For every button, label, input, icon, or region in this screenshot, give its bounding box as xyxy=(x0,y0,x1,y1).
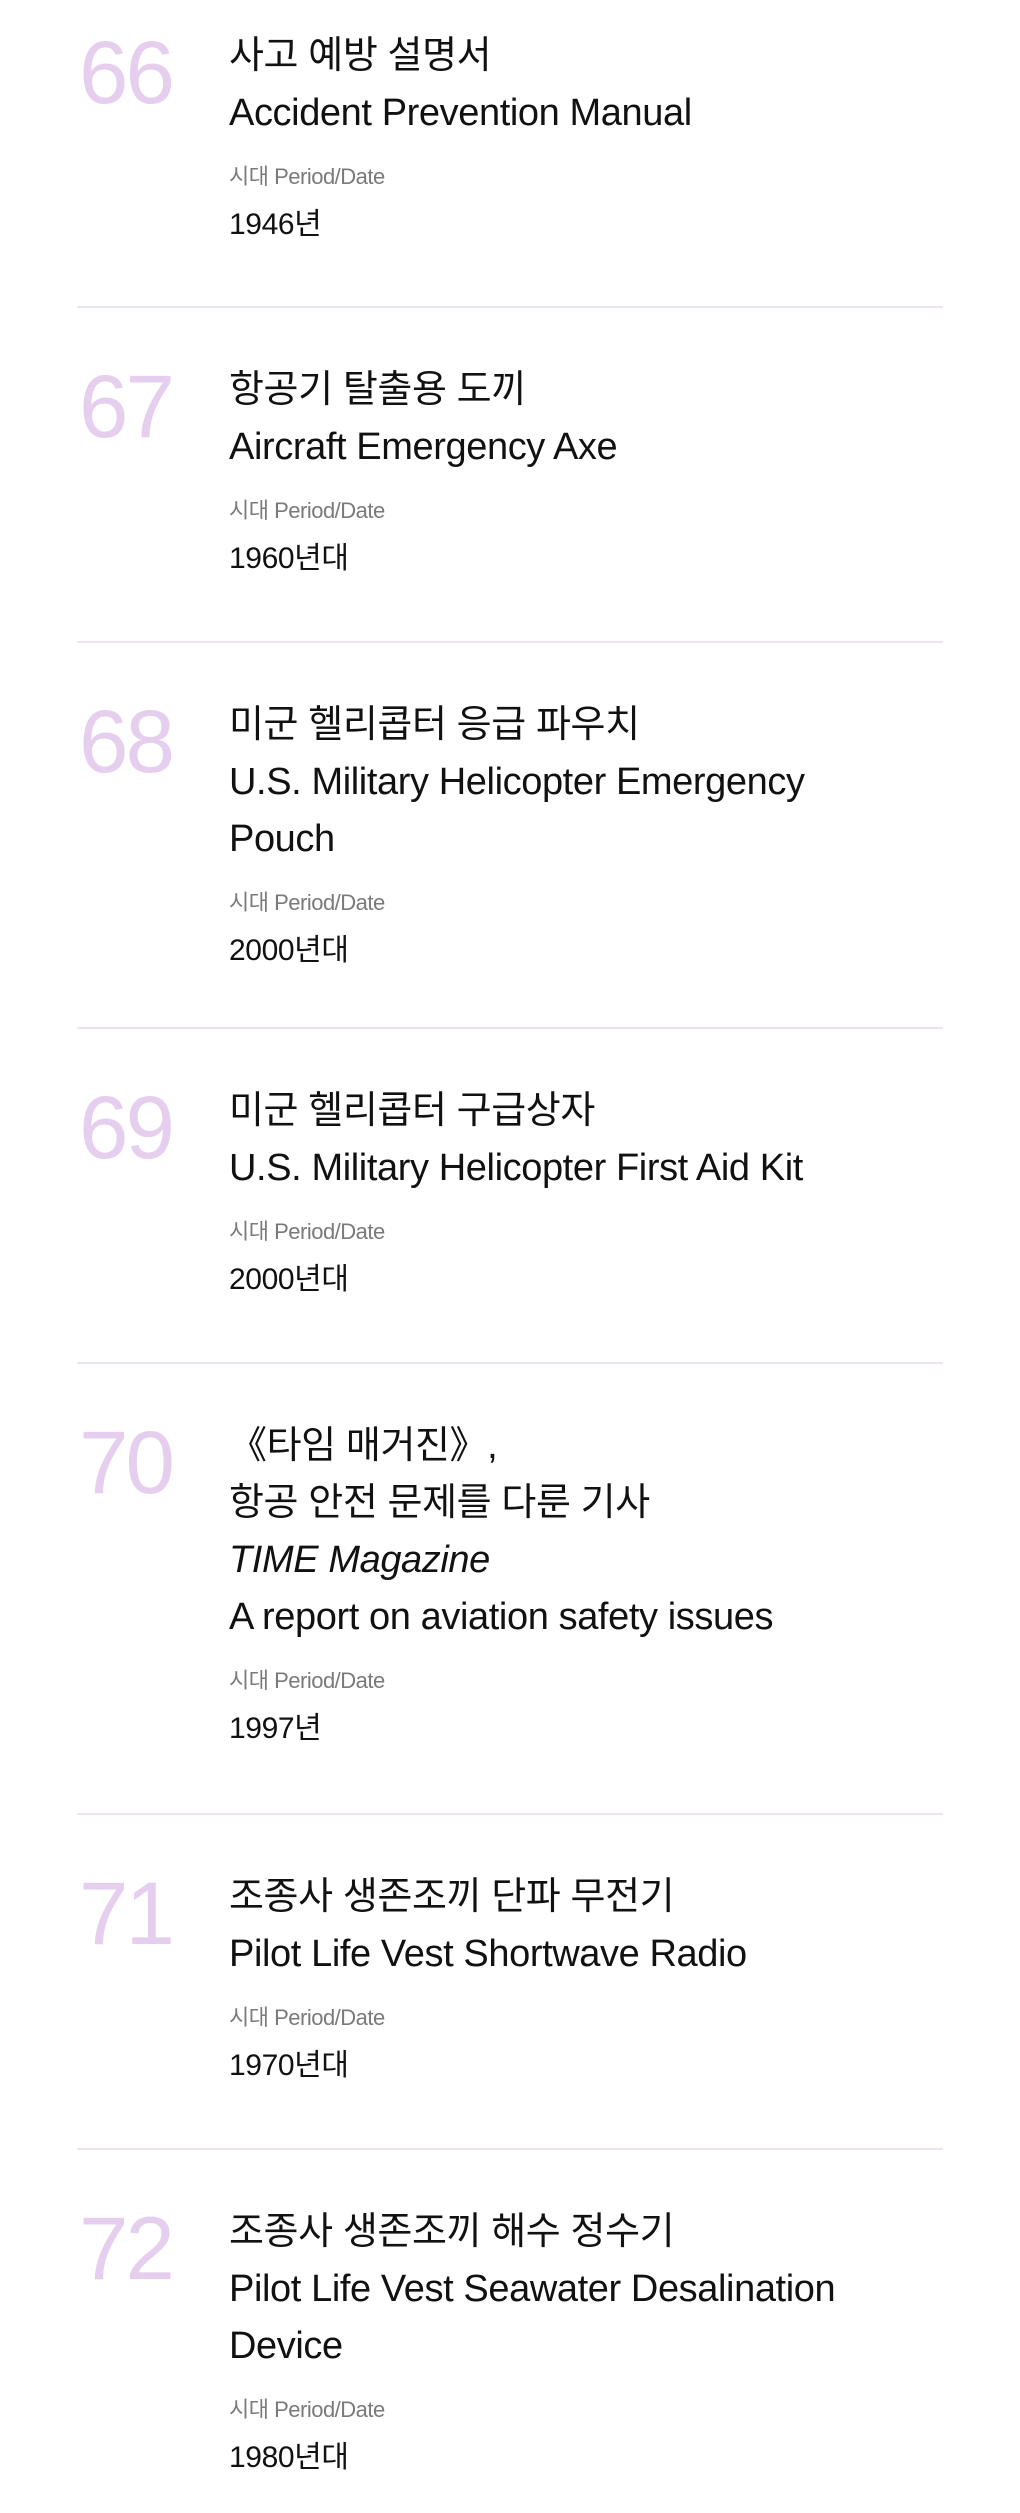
period-value: 1997년 xyxy=(229,1712,322,1745)
title-english-line-2: Device xyxy=(229,2325,343,2367)
title-english-line-1: Pilot Life Vest Seawater Desalination xyxy=(229,2268,836,2310)
period-label: 시대 Period/Date xyxy=(229,498,385,523)
item-number: 71 xyxy=(79,1863,175,1963)
title-korean: 항공기 탈출용 도끼 xyxy=(229,369,526,411)
title-english: A report on aviation safety issues xyxy=(229,1596,774,1638)
item-number: 72 xyxy=(79,2198,175,2298)
period-value: 2000년대 xyxy=(229,934,349,967)
item-body: 사고 예방 설명서 Accident Prevention Manual 시대 … xyxy=(229,28,969,246)
title-english-publication: TIME Magazine xyxy=(229,1539,490,1581)
item-body: 《타임 매거진》, 항공 안전 문제를 다룬 기사 TIME Magazine … xyxy=(229,1418,969,1750)
item-number: 67 xyxy=(79,356,175,456)
item-number: 66 xyxy=(79,22,175,122)
item-number: 70 xyxy=(79,1412,175,1512)
item-body: 항공기 탈출용 도끼 Aircraft Emergency Axe 시대 Per… xyxy=(229,362,969,580)
divider xyxy=(77,1813,943,1815)
item-body: 미군 헬리콥터 구급상자 U.S. Military Helicopter Fi… xyxy=(229,1083,969,1301)
title-korean: 사고 예방 설명서 xyxy=(229,35,492,77)
period-value: 2000년대 xyxy=(229,1263,349,1296)
title-korean-line-1: 《타임 매거진》, xyxy=(229,1425,498,1467)
title-english-line-1: U.S. Military Helicopter Emergency xyxy=(229,761,805,803)
title-korean: 미군 헬리콥터 구급상자 xyxy=(229,1090,595,1132)
period-value: 1946년 xyxy=(229,208,322,241)
item-body: 미군 헬리콥터 응급 파우치 U.S. Military Helicopter … xyxy=(229,697,969,972)
item-number: 68 xyxy=(79,691,175,791)
divider xyxy=(77,306,943,308)
period-label: 시대 Period/Date xyxy=(229,1219,385,1244)
title-korean: 미군 헬리콥터 응급 파우치 xyxy=(229,704,640,746)
title-english: Pilot Life Vest Shortwave Radio xyxy=(229,1933,747,1975)
divider xyxy=(77,2148,943,2150)
title-english: Aircraft Emergency Axe xyxy=(229,426,618,468)
divider xyxy=(77,641,943,643)
period-value: 1970년대 xyxy=(229,2049,349,2082)
title-korean-line-2: 항공 안전 문제를 다룬 기사 xyxy=(229,1482,650,1524)
item-body: 조종사 생존조끼 단파 무전기 Pilot Life Vest Shortwav… xyxy=(229,1869,969,2087)
period-value: 1960년대 xyxy=(229,542,349,575)
divider xyxy=(77,1027,943,1029)
title-english-line-2: Pouch xyxy=(229,818,335,860)
item-number: 69 xyxy=(79,1077,175,1177)
period-label: 시대 Period/Date xyxy=(229,2005,385,2030)
period-value: 1980년대 xyxy=(229,2441,349,2474)
divider xyxy=(77,1362,943,1364)
period-label: 시대 Period/Date xyxy=(229,164,385,189)
title-english: U.S. Military Helicopter First Aid Kit xyxy=(229,1147,803,1189)
item-body: 조종사 생존조끼 해수 정수기 Pilot Life Vest Seawater… xyxy=(229,2204,969,2479)
title-english: Accident Prevention Manual xyxy=(229,92,692,134)
period-label: 시대 Period/Date xyxy=(229,890,385,915)
period-label: 시대 Period/Date xyxy=(229,1668,385,1693)
title-korean: 조종사 생존조끼 해수 정수기 xyxy=(229,2211,675,2253)
exhibit-list: 66 사고 예방 설명서 Accident Prevention Manual … xyxy=(0,0,1020,2513)
period-label: 시대 Period/Date xyxy=(229,2397,385,2422)
title-korean: 조종사 생존조끼 단파 무전기 xyxy=(229,1876,675,1918)
